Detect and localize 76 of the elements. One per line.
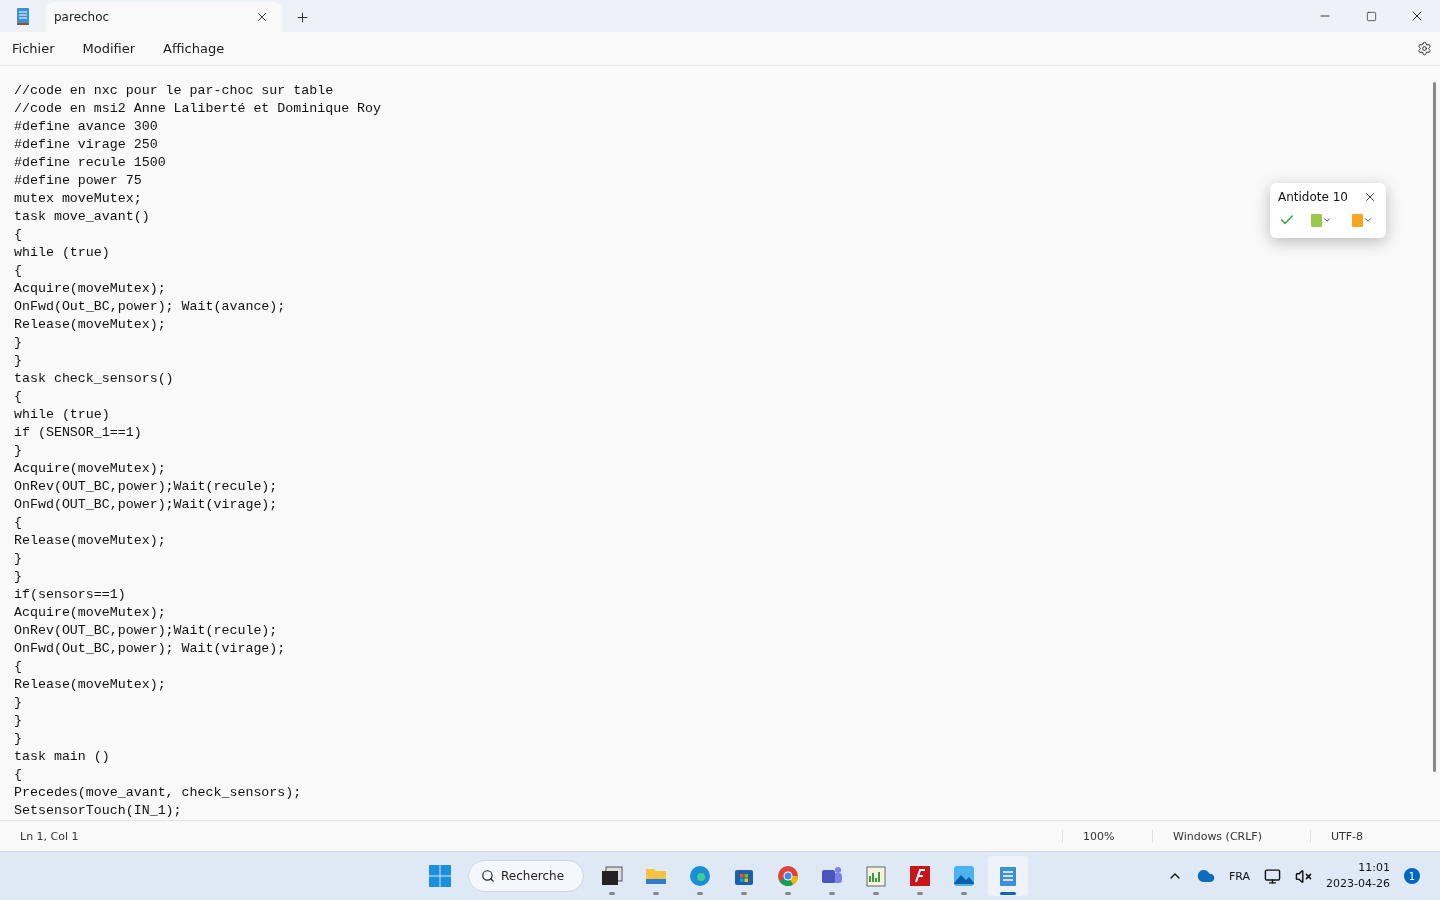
menu-item[interactable]: Fichier — [4, 37, 63, 60]
code-line: if (SENSOR_1==1) — [14, 424, 142, 442]
encoding: UTF-8 — [1310, 829, 1440, 843]
code-line: OnRev(OUT_BC,power);Wait(recule); — [14, 622, 278, 640]
code-line: Acquire(moveMutex); — [14, 280, 166, 298]
taskbar-search[interactable]: Recherche — [468, 860, 584, 892]
language-indicator[interactable]: FRA — [1229, 869, 1251, 883]
code-line: #define power 75 — [14, 172, 142, 190]
code-line: task move_avant() — [14, 208, 150, 226]
code-line: } — [14, 442, 22, 460]
code-line: { — [14, 766, 22, 784]
cursor-position: Ln 1, Col 1 — [19, 829, 80, 843]
photos-icon — [952, 864, 976, 888]
close-icon — [255, 10, 269, 24]
book-icon — [1351, 213, 1363, 227]
code-line: } — [14, 352, 22, 370]
code-line: } — [14, 334, 22, 352]
close-icon — [1363, 190, 1377, 204]
code-line: Acquire(moveMutex); — [14, 460, 166, 478]
menu-item[interactable]: Affichage — [155, 37, 233, 60]
code-line: //code en msi2 Anne Laliberté et Dominique Roy — [14, 100, 382, 118]
windows-logo-icon — [428, 864, 452, 888]
code-line: OnRev(OUT_BC,power);Wait(recule); — [14, 478, 278, 496]
code-line: { — [14, 514, 22, 532]
code-line: } — [14, 712, 22, 730]
plus-icon — [294, 9, 310, 25]
chart-icon — [864, 864, 888, 888]
code-line: { — [14, 226, 22, 244]
monitor-icon[interactable] — [1264, 867, 1282, 885]
notification-badge[interactable]: 1 — [1404, 868, 1420, 884]
code-line: OnFwd(OUT_BC,power);Wait(virage); — [14, 496, 278, 514]
code-line: SetsensorTouch(IN_1); — [14, 802, 182, 820]
code-line: { — [14, 658, 22, 676]
cloud-icon[interactable] — [1197, 867, 1215, 885]
code-line: OnFwd(Out_BC,power); Wait(avance); — [14, 298, 286, 316]
maximize-icon — [1365, 10, 1377, 22]
chrome-icon — [776, 864, 800, 888]
code-line: OnFwd(Out_BC,power); Wait(virage); — [14, 640, 286, 658]
caret-icon — [1362, 215, 1373, 225]
code-line: while (true) — [14, 244, 110, 262]
search-icon — [481, 869, 495, 883]
code-line: } — [14, 568, 22, 586]
code-line: { — [14, 262, 22, 280]
code-line: #define avance 300 — [14, 118, 158, 136]
browser-icon — [688, 864, 712, 888]
zoom-level: 100% — [1062, 829, 1152, 843]
code-line: if(sensors==1) — [14, 586, 126, 604]
ftp-icon — [908, 864, 932, 888]
code-line: Release(moveMutex); — [14, 676, 166, 694]
settings-icon — [1416, 41, 1432, 56]
code-line: Acquire(moveMutex); — [14, 604, 166, 622]
code-line: Release(moveMutex); — [14, 532, 166, 550]
code-line: } — [14, 730, 22, 748]
code-line: mutex moveMutex; — [14, 190, 142, 208]
code-line: task main () — [14, 748, 110, 766]
popup-title: Antidote 10 — [1278, 190, 1348, 204]
document-tab[interactable]: parechoc — [46, 2, 282, 32]
notepad-icon — [16, 7, 30, 25]
code-line: } — [14, 550, 22, 568]
clock[interactable]: 11:01 2023-04-26 — [1326, 860, 1390, 892]
muted-speaker-icon[interactable] — [1295, 867, 1313, 885]
code-line: Release(moveMutex); — [14, 316, 166, 334]
code-line: } — [14, 694, 22, 712]
code-line: Precedes(move_avant, check_sensors); — [14, 784, 302, 802]
scrollbar[interactable] — [1433, 82, 1436, 772]
code-line: #define recule 1500 — [14, 154, 166, 172]
code-line: task check_sensors() — [14, 370, 174, 388]
code-line: #define virage 250 — [14, 136, 158, 154]
code-line: while (true) — [14, 406, 110, 424]
code-line: { — [14, 388, 22, 406]
caret-icon — [1321, 215, 1332, 225]
book-icon — [1310, 213, 1322, 227]
code-line: //code en nxc pour le par-choc sur table — [14, 82, 334, 100]
desktop-icon — [600, 864, 624, 888]
menu-item[interactable]: Modifier — [74, 37, 144, 60]
line-ending: Windows (CRLF) — [1152, 829, 1310, 843]
